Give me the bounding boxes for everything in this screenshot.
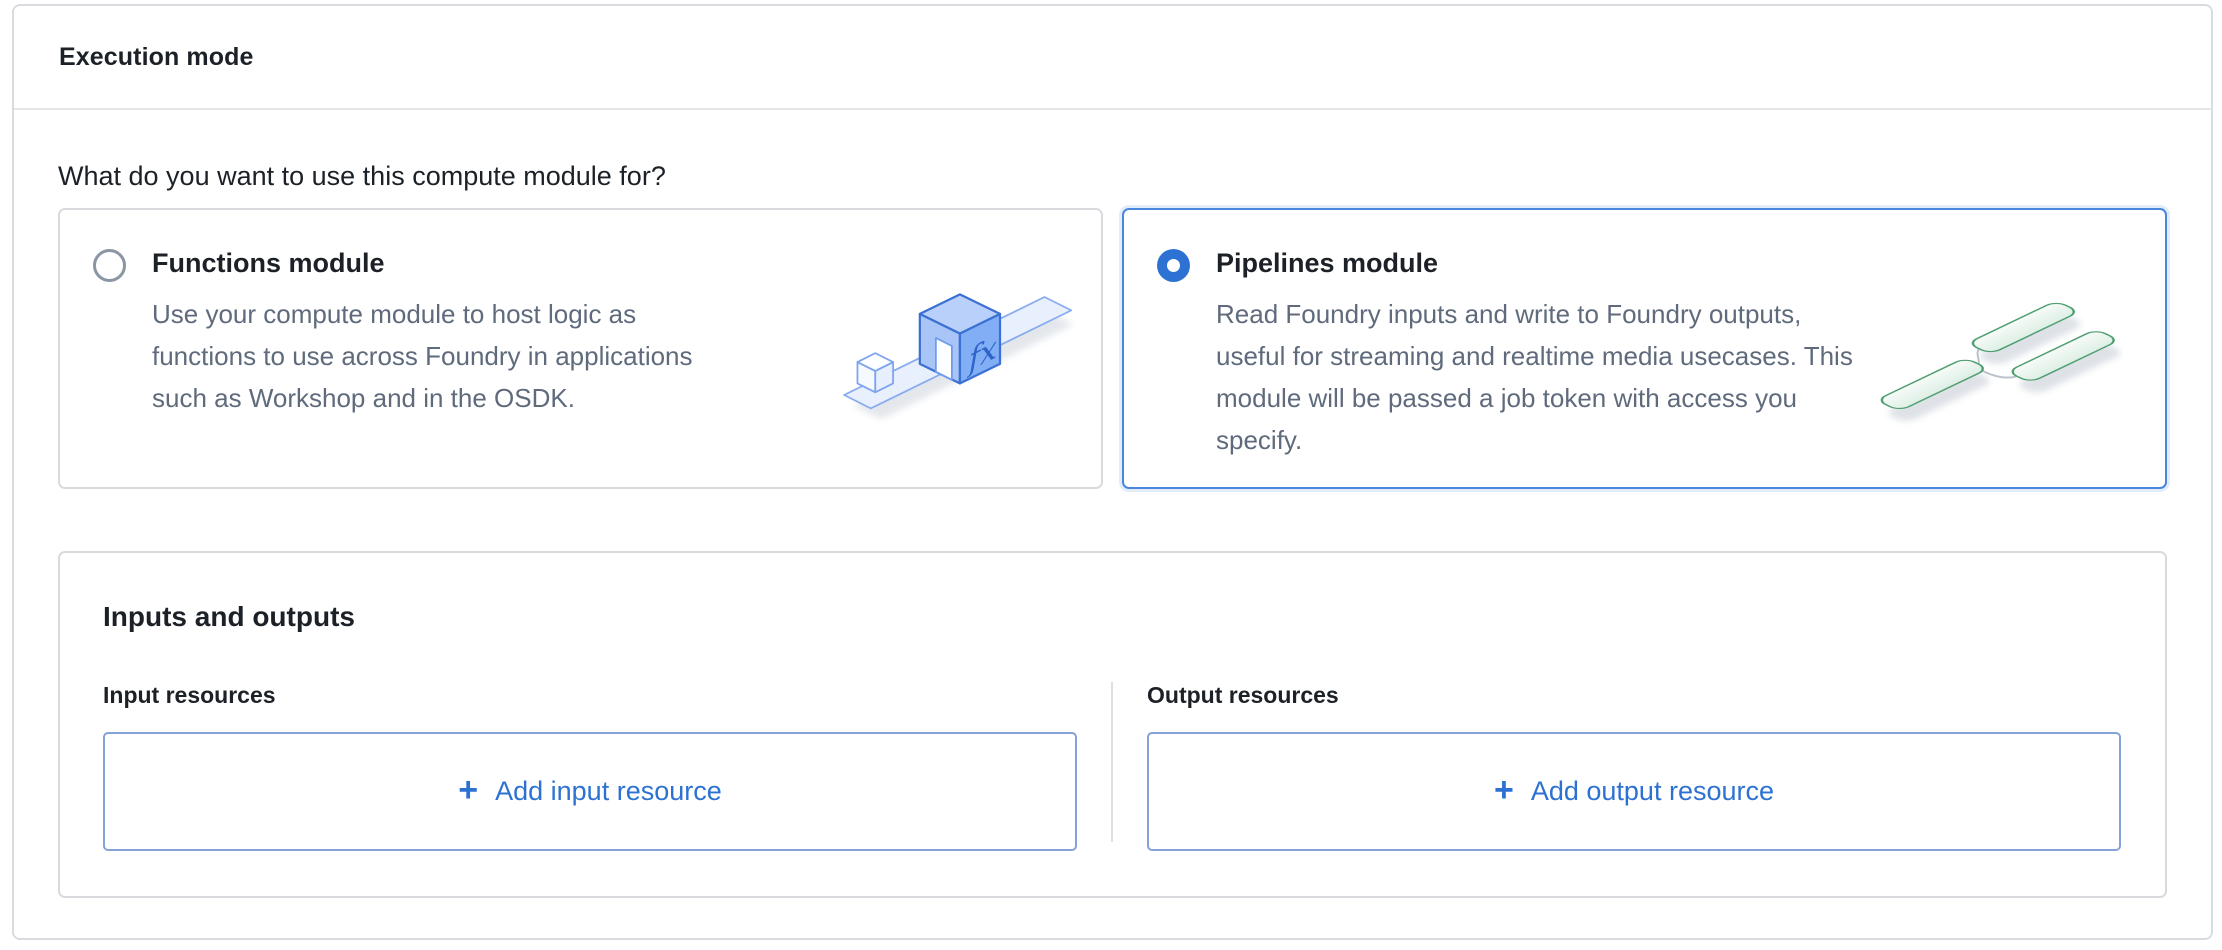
svg-text:fx: fx	[967, 329, 997, 380]
radio-pipelines-icon[interactable]	[1157, 249, 1190, 282]
functions-module-illustration-icon: fx	[825, 248, 1077, 444]
option-text-pipelines: Pipelines module Read Foundry inputs and…	[1216, 246, 1856, 461]
option-title-pipelines: Pipelines module	[1216, 248, 1856, 279]
option-description-pipelines: Read Foundry inputs and write to Foundry…	[1216, 293, 1856, 461]
plus-icon: +	[1494, 773, 1514, 807]
option-card-pipelines[interactable]: Pipelines module Read Foundry inputs and…	[1122, 208, 2167, 489]
io-column-divider	[1111, 682, 1113, 842]
section-content: What do you want to use this compute mod…	[14, 160, 2211, 898]
question-text: What do you want to use this compute mod…	[58, 160, 2167, 192]
add-output-resource-label: Add output resource	[1531, 776, 1774, 807]
io-panel-title: Inputs and outputs	[103, 601, 2121, 633]
option-text-functions: Functions module Use your compute module…	[152, 246, 737, 419]
output-resources-column: Output resources + Add output resource	[1147, 682, 2121, 851]
io-columns: Input resources + Add input resource Out…	[103, 682, 2121, 851]
pipelines-module-illustration-icon	[1865, 284, 2123, 446]
section-title: Execution mode	[59, 43, 254, 72]
section-header: Execution mode	[14, 6, 2211, 110]
execution-mode-panel: Execution mode What do you want to use t…	[12, 4, 2213, 940]
radio-functions-icon[interactable]	[93, 249, 126, 282]
option-card-functions[interactable]: Functions module Use your compute module…	[58, 208, 1103, 489]
add-output-resource-button[interactable]: + Add output resource	[1147, 732, 2121, 851]
add-input-resource-label: Add input resource	[495, 776, 722, 807]
input-resources-column: Input resources + Add input resource	[103, 682, 1077, 851]
option-title-functions: Functions module	[152, 248, 737, 279]
input-resources-label: Input resources	[103, 682, 1077, 709]
option-description-functions: Use your compute module to host logic as…	[152, 293, 737, 419]
io-panel: Inputs and outputs Input resources + Add…	[58, 551, 2167, 898]
plus-icon: +	[458, 773, 478, 807]
add-input-resource-button[interactable]: + Add input resource	[103, 732, 1077, 851]
module-options-row: Functions module Use your compute module…	[58, 208, 2167, 489]
output-resources-label: Output resources	[1147, 682, 2121, 709]
